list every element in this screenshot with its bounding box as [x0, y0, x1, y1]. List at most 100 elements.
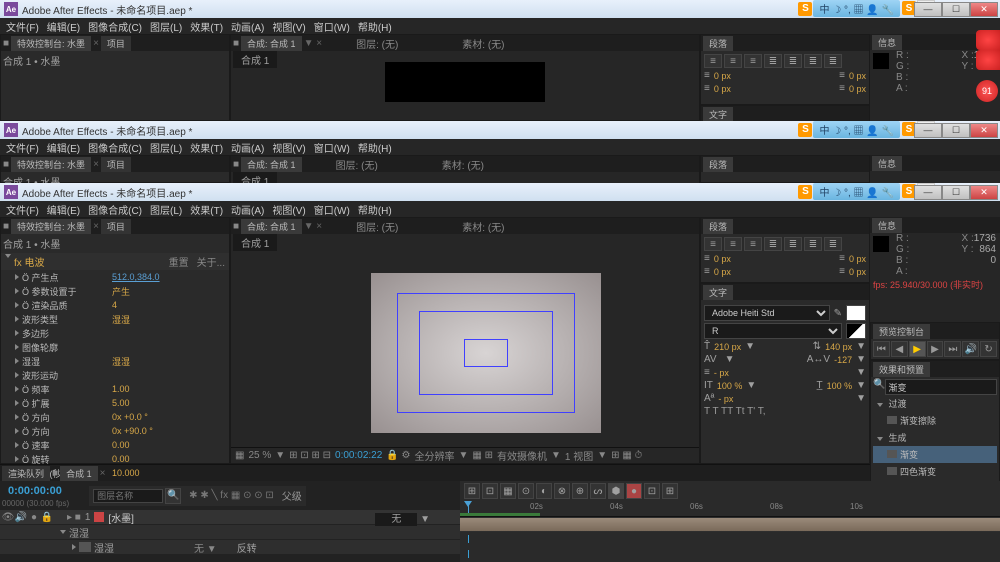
- layer-name[interactable]: [水墨]: [104, 510, 138, 525]
- stroke-swatch[interactable]: [846, 323, 866, 339]
- menu-window[interactable]: 窗口(W): [314, 19, 350, 33]
- minimize-button[interactable]: —: [914, 2, 942, 17]
- align-right-icon[interactable]: ≡: [744, 237, 762, 251]
- composition-tab[interactable]: 合成: 合成 1: [241, 36, 302, 51]
- param-value[interactable]: 5.00: [112, 398, 130, 408]
- layer-color-swatch[interactable]: [94, 512, 104, 522]
- menu-help[interactable]: 帮助(H): [358, 19, 392, 33]
- tl-icon[interactable]: ⊞: [464, 483, 480, 499]
- tl-tool-icon[interactable]: 🔍: [165, 488, 181, 504]
- timeline-ruler[interactable]: 02s 04s 06s 08s 10s: [460, 501, 1000, 517]
- sogou-icon[interactable]: S: [798, 123, 812, 137]
- paragraph-tab[interactable]: 段落: [703, 36, 733, 51]
- align-right-icon[interactable]: ≡: [744, 54, 762, 68]
- effects-search-input[interactable]: [885, 379, 997, 395]
- ime-toolbar[interactable]: 中 ☽ °, ▦ 👤 🔧: [813, 0, 900, 17]
- project-tab[interactable]: 项目: [101, 36, 131, 51]
- active-camera[interactable]: 有效摄像机: [497, 448, 547, 463]
- menu-layer[interactable]: 图层(L): [150, 19, 182, 33]
- zoom-level[interactable]: 25 %: [248, 450, 271, 461]
- param-value[interactable]: 10.000: [112, 468, 140, 478]
- maximize-button[interactable]: ☐: [942, 2, 970, 17]
- param-value[interactable]: 湿湿: [112, 313, 130, 326]
- viewport[interactable]: [371, 273, 601, 433]
- close-button[interactable]: ✕: [970, 185, 998, 200]
- first-frame-icon[interactable]: ⏮: [873, 341, 890, 357]
- align-center-icon[interactable]: ≡: [724, 237, 742, 251]
- justify-last-left-icon[interactable]: ≣: [764, 54, 782, 68]
- loop-icon[interactable]: ↻: [980, 341, 997, 357]
- prev-frame-icon[interactable]: ◀: [891, 341, 908, 357]
- param-value[interactable]: 0.00: [112, 440, 130, 450]
- align-center-icon[interactable]: ≡: [724, 54, 742, 68]
- maximize-button[interactable]: ☐: [942, 185, 970, 200]
- param-value[interactable]: 4: [112, 300, 117, 310]
- fill-swatch[interactable]: [846, 305, 866, 321]
- param-value[interactable]: 0x +90.0 °: [112, 426, 153, 436]
- effect-controls-tab[interactable]: 特效控制台: 水墨: [11, 36, 91, 51]
- effect-controls-tab[interactable]: 特效控制台: 水墨: [11, 219, 91, 234]
- justify-icon[interactable]: ≣: [764, 237, 782, 251]
- justify-icon[interactable]: ≣: [784, 237, 802, 251]
- sogou-icon[interactable]: S: [798, 2, 812, 16]
- justify-icon[interactable]: ≣: [804, 237, 822, 251]
- param-value[interactable]: 1.00: [112, 384, 130, 394]
- text-style-buttons[interactable]: T T TT Tt T' T,: [704, 406, 866, 417]
- ime-toolbar[interactable]: 中 ☽ °, ▦ 👤 🔧: [813, 121, 900, 138]
- next-frame-icon[interactable]: ▶: [927, 341, 944, 357]
- menu-composition[interactable]: 图像合成(C): [88, 19, 142, 33]
- render-queue-tab[interactable]: 渲染队列: [2, 466, 50, 481]
- minimize-button[interactable]: —: [914, 123, 942, 138]
- eyedropper-icon[interactable]: ✎: [834, 308, 842, 319]
- timecode[interactable]: 0:00:00:00: [2, 483, 69, 499]
- param-value[interactable]: 0x +0.0 °: [112, 412, 148, 422]
- effects-item[interactable]: 渐变: [873, 446, 997, 463]
- param-value[interactable]: 512.0,384.0: [112, 272, 160, 282]
- project-tab[interactable]: 项目: [101, 219, 131, 234]
- effects-group[interactable]: 生成: [873, 429, 997, 446]
- current-time[interactable]: 0:00:02:22: [335, 450, 382, 461]
- effect-header[interactable]: fx 电波 重置 关于...: [1, 253, 229, 270]
- eye-icon[interactable]: 👁: [2, 511, 14, 523]
- comp-sub-tab[interactable]: 合成 1: [233, 51, 277, 68]
- menu-file[interactable]: 文件(F): [6, 19, 39, 33]
- font-family-select[interactable]: Adobe Heiti Std: [704, 305, 830, 321]
- badge-91[interactable]: 91: [976, 80, 998, 102]
- promo-badge[interactable]: [976, 50, 1000, 70]
- effects-group[interactable]: 过渡: [873, 395, 997, 412]
- justify-last-right-icon[interactable]: ≣: [804, 54, 822, 68]
- audio-icon[interactable]: 🔊: [15, 511, 27, 523]
- sogou-icon[interactable]: S: [798, 185, 812, 199]
- menu-view[interactable]: 视图(V): [272, 19, 305, 33]
- font-size[interactable]: 210 px: [714, 342, 741, 352]
- effects-item[interactable]: 四色渐变: [873, 463, 997, 480]
- layer-search[interactable]: [93, 489, 163, 503]
- justify-all-icon[interactable]: ≣: [824, 237, 842, 251]
- tracking[interactable]: -127: [834, 355, 852, 365]
- menu-animation[interactable]: 动画(A): [231, 19, 264, 33]
- maximize-button[interactable]: ☐: [942, 123, 970, 138]
- layer-bar[interactable]: [460, 518, 1000, 531]
- align-left-icon[interactable]: ≡: [704, 237, 722, 251]
- justify-last-center-icon[interactable]: ≣: [784, 54, 802, 68]
- character-tab[interactable]: 文字: [703, 107, 733, 122]
- param-value[interactable]: 产生: [112, 285, 130, 298]
- comp-sub-tab[interactable]: 合成 1: [233, 234, 277, 251]
- composition-tab[interactable]: 合成: 合成 1: [241, 219, 302, 234]
- menu-edit[interactable]: 编辑(E): [47, 19, 80, 33]
- param-value[interactable]: 湿湿: [112, 355, 130, 368]
- last-frame-icon[interactable]: ⏭: [944, 341, 961, 357]
- close-button[interactable]: ✕: [970, 123, 998, 138]
- effects-item[interactable]: 渐变擦除: [873, 412, 997, 429]
- info-tab[interactable]: 信息: [872, 35, 902, 50]
- ime-toolbar[interactable]: 中 ☽ °, ▦ 👤 🔧: [813, 183, 900, 200]
- audio-icon[interactable]: 🔊: [962, 341, 979, 357]
- resolution[interactable]: 全分辨率: [414, 448, 454, 463]
- leading[interactable]: 140 px: [825, 342, 852, 352]
- font-style-select[interactable]: R: [704, 323, 842, 339]
- close-button[interactable]: ✕: [970, 2, 998, 17]
- play-icon[interactable]: ▶: [909, 341, 926, 357]
- reset-link[interactable]: 重置: [169, 254, 189, 269]
- param-value[interactable]: 0.00: [112, 454, 130, 464]
- align-left-icon[interactable]: ≡: [704, 54, 722, 68]
